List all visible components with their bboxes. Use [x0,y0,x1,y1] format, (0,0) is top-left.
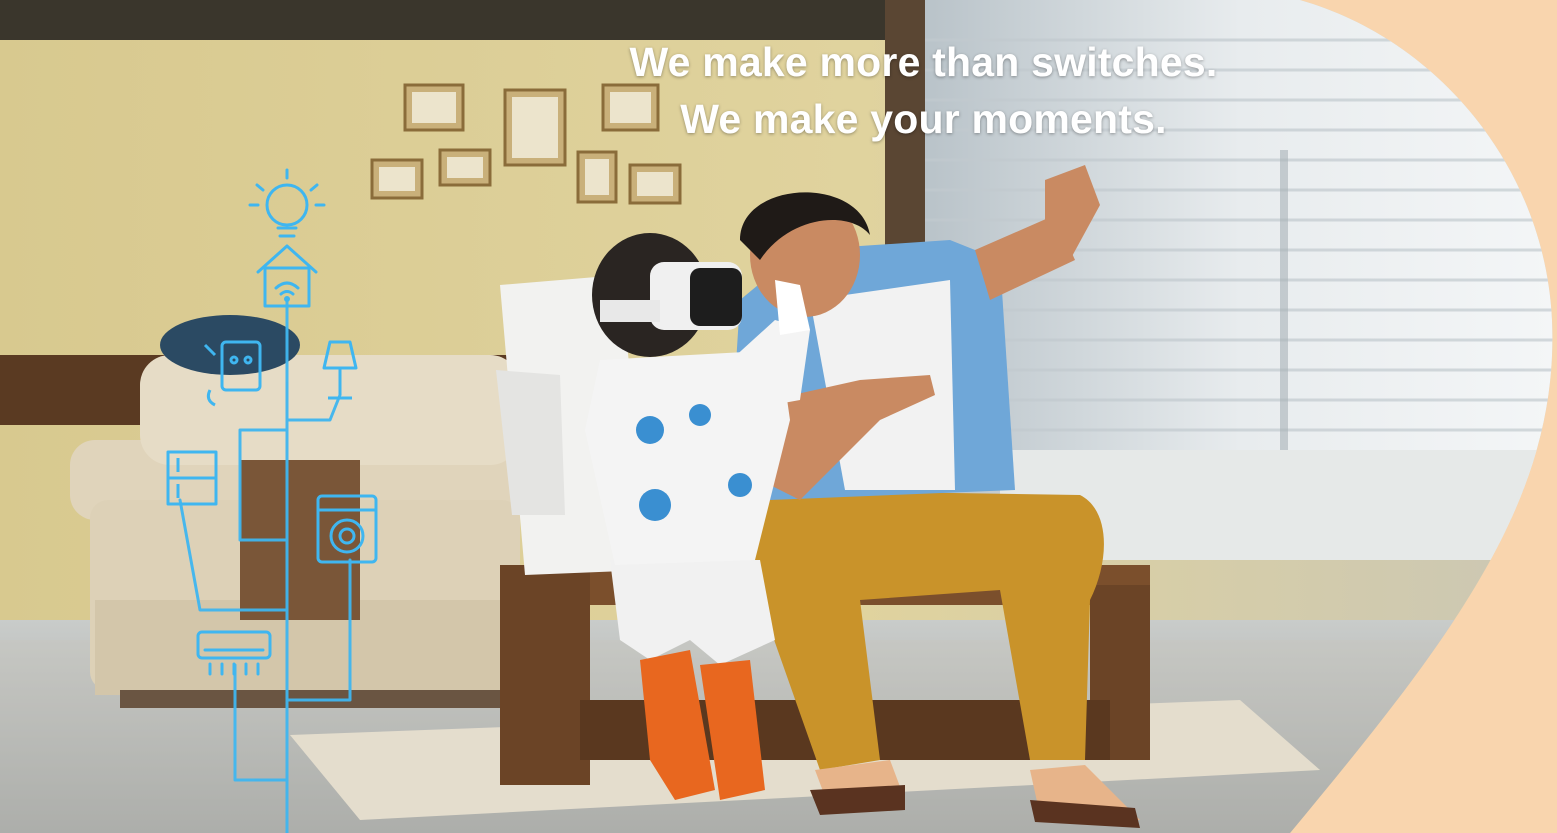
tagline-line-2: We make your moments. [680,96,1167,142]
hero-banner: We make more than switches. We make your… [0,0,1557,833]
tagline-line-1: We make more than switches. [629,39,1218,85]
